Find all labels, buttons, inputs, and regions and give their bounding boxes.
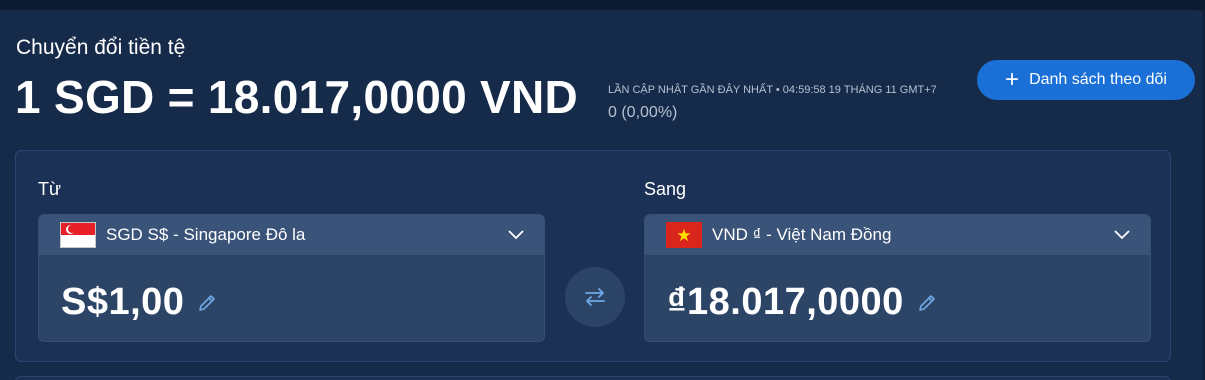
pencil-icon[interactable] bbox=[196, 292, 218, 314]
watchlist-button[interactable]: + Danh sách theo dõi bbox=[977, 60, 1195, 100]
top-bar bbox=[0, 0, 1205, 10]
to-currency-name: VND ₫ - Việt Nam Đồng bbox=[712, 225, 892, 244]
from-amount[interactable]: S$1,00 bbox=[61, 281, 184, 324]
from-currency-name: SGD S$ - Singapore Đô la bbox=[106, 225, 306, 244]
watchlist-button-label: Danh sách theo dõi bbox=[1029, 71, 1167, 88]
rate-change-text: 0 (0,00%) bbox=[608, 104, 678, 121]
swap-arrows-icon bbox=[585, 288, 605, 306]
last-updated-text: LẦN CẬP NHẬT GẦN ĐÂY NHẤT • 04:59:58 19 … bbox=[608, 84, 937, 96]
page-title: Chuyển đổi tiền tệ bbox=[16, 36, 186, 59]
to-label: Sang bbox=[644, 179, 687, 199]
exchange-rate-headline: 1 SGD = 18.017,0000 VND bbox=[15, 71, 579, 123]
from-amount-row[interactable]: S$1,00 bbox=[61, 281, 218, 324]
plus-icon: + bbox=[1005, 66, 1020, 93]
from-label: Từ bbox=[38, 179, 62, 199]
next-section-card bbox=[15, 376, 1171, 380]
to-currency-box: ★ VND ₫ - Việt Nam Đồng ₫18.017,0000 bbox=[644, 214, 1151, 342]
to-currency-select[interactable]: ★ VND ₫ - Việt Nam Đồng bbox=[645, 215, 1150, 255]
from-currency-box: SGD S$ - Singapore Đô la S$1,00 bbox=[38, 214, 545, 342]
to-amount[interactable]: ₫18.017,0000 bbox=[667, 281, 904, 324]
singapore-flag-icon bbox=[60, 222, 96, 248]
chevron-down-icon bbox=[1114, 230, 1130, 240]
converter-card: Từ Sang SGD S$ - Singapore Đô la S$1,00 … bbox=[15, 150, 1171, 362]
chevron-down-icon bbox=[508, 230, 524, 240]
vietnam-flag-icon: ★ bbox=[666, 222, 702, 248]
to-amount-row[interactable]: ₫18.017,0000 bbox=[667, 281, 938, 324]
swap-currencies-button[interactable] bbox=[565, 267, 625, 327]
from-currency-select[interactable]: SGD S$ - Singapore Đô la bbox=[39, 215, 544, 255]
pencil-icon[interactable] bbox=[916, 292, 938, 314]
